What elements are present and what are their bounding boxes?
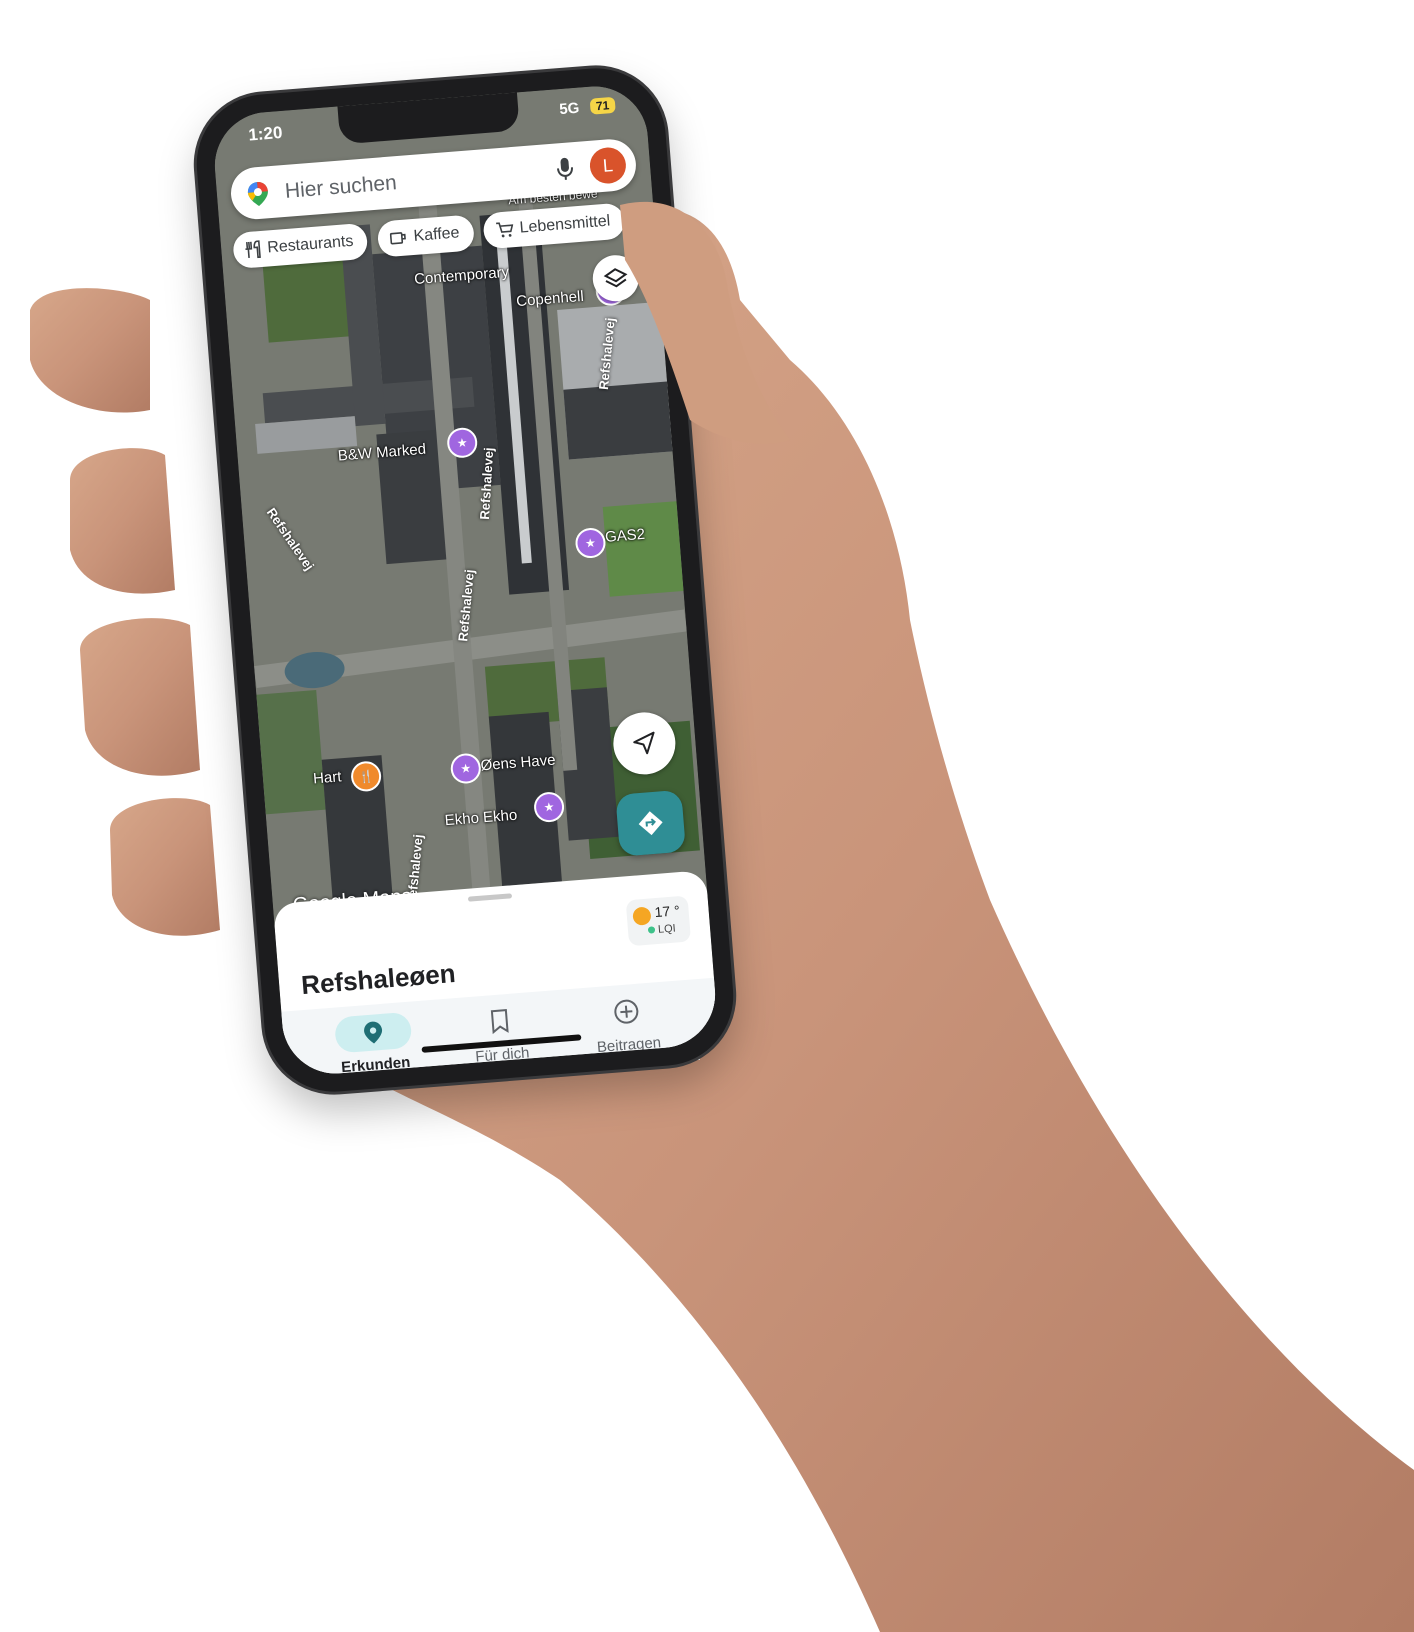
thumb-overlay bbox=[620, 201, 790, 444]
